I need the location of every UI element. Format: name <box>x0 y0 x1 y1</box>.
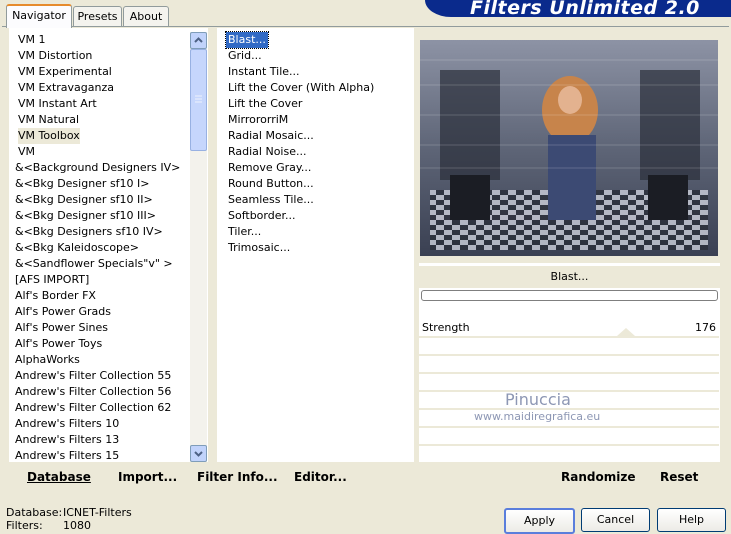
category-item[interactable]: &<Bkg Designer sf10 I> <box>15 176 150 192</box>
database-label: Database <box>27 470 91 484</box>
scroll-down-button[interactable] <box>190 445 207 462</box>
category-item[interactable]: &<Bkg Designers sf10 IV> <box>15 224 163 240</box>
filter-item[interactable]: Lift the Cover (With Alpha) <box>226 80 376 96</box>
category-item[interactable]: VM Distortion <box>18 48 92 64</box>
category-item[interactable]: Andrew's Filter Collection 62 <box>15 400 171 416</box>
filter-item[interactable]: Lift the Cover <box>226 96 304 112</box>
scroll-up-button[interactable] <box>190 32 207 49</box>
category-item[interactable]: Andrew's Filter Collection 56 <box>15 384 171 400</box>
category-item[interactable]: VM 1 <box>18 32 46 48</box>
category-item[interactable]: AlphaWorks <box>15 352 80 368</box>
category-item[interactable]: Andrew's Filter Collection 55 <box>15 368 171 384</box>
status-filters: Filters: 1080 <box>6 519 91 532</box>
slider-empty-row <box>419 446 719 464</box>
category-item[interactable]: VM Toolbox <box>18 128 80 144</box>
slider-empty-row <box>419 428 719 446</box>
preview-image <box>420 40 718 256</box>
chevron-up-icon <box>194 37 203 43</box>
status-filters-value: 1080 <box>63 519 91 532</box>
category-item[interactable]: Andrew's Filters 13 <box>15 432 119 448</box>
watermark-url: www.maidiregrafica.eu <box>474 410 601 423</box>
filter-item[interactable]: Radial Mosaic... <box>226 128 316 144</box>
chevron-down-icon <box>194 451 203 457</box>
status-database: Database: ICNET-Filters <box>6 506 132 519</box>
filter-item[interactable]: Trimosaic... <box>226 240 292 256</box>
status-filters-label: Filters: <box>6 519 43 532</box>
category-item[interactable]: Alf's Border FX <box>15 288 96 304</box>
status-database-value: ICNET-Filters <box>63 506 132 519</box>
reset-button[interactable]: Reset <box>660 470 698 484</box>
cancel-button[interactable]: Cancel <box>581 508 650 532</box>
category-item[interactable]: Alf's Power Sines <box>15 320 108 336</box>
category-scrollbar[interactable] <box>190 32 207 462</box>
status-database-label: Database: <box>6 506 63 519</box>
category-item[interactable]: &<Background Designers IV> <box>15 160 180 176</box>
database-button[interactable]: Database <box>27 470 91 484</box>
category-item[interactable]: &<Bkg Designer sf10 II> <box>15 192 153 208</box>
category-item[interactable]: &<Bkg Kaleidoscope> <box>15 240 139 256</box>
help-button[interactable]: Help <box>657 508 726 532</box>
app-title: Filters Unlimited 2.0 <box>470 0 700 19</box>
slider-value: 176 <box>695 321 716 334</box>
filter-item[interactable]: Instant Tile... <box>226 64 302 80</box>
category-item[interactable]: &<Sandflower Specials"v" > <box>15 256 173 272</box>
filter-item[interactable]: Seamless Tile... <box>226 192 316 208</box>
current-filter-name: Blast... <box>419 266 720 288</box>
filter-item[interactable]: Softborder... <box>226 208 298 224</box>
filter-item[interactable]: Grid... <box>226 48 264 64</box>
category-item[interactable]: VM Extravaganza <box>18 80 114 96</box>
category-item[interactable]: VM Instant Art <box>18 96 97 112</box>
randomize-button[interactable]: Randomize <box>561 470 635 484</box>
grip-icon <box>195 95 202 103</box>
apply-button[interactable]: Apply <box>504 508 575 534</box>
watermark-name: Pinuccia <box>505 390 571 409</box>
filter-item[interactable]: Remove Gray... <box>226 160 313 176</box>
filter-item[interactable]: Round Button... <box>226 176 316 192</box>
category-item[interactable]: Andrew's Filters 10 <box>15 416 119 432</box>
category-item[interactable]: VM Natural <box>18 112 79 128</box>
slider-empty-row <box>419 356 719 374</box>
category-item[interactable]: VM Experimental <box>18 64 112 80</box>
category-item[interactable]: VM <box>18 144 35 160</box>
category-item[interactable]: Alf's Power Toys <box>15 336 102 352</box>
filter-item[interactable]: Tiler... <box>226 224 263 240</box>
tab-panel-border <box>2 26 729 27</box>
category-item[interactable]: Alf's Power Grads <box>15 304 111 320</box>
slider-thumb-icon[interactable] <box>617 328 635 336</box>
slider-strength[interactable]: Strength 176 <box>419 320 719 338</box>
category-item[interactable]: [AFS IMPORT] <box>15 272 89 288</box>
progress-bar <box>421 290 718 301</box>
filter-item[interactable]: Radial Noise... <box>226 144 308 160</box>
tab-presets[interactable]: Presets <box>73 6 122 26</box>
category-item[interactable]: &<Bkg Designer sf10 III> <box>15 208 156 224</box>
category-item[interactable]: Andrew's Filters 15 <box>15 448 119 462</box>
filter-item[interactable]: Blast... <box>225 31 269 49</box>
preview-artwork <box>420 40 718 256</box>
filter-info-button[interactable]: Filter Info... <box>197 470 278 484</box>
slider-empty-row <box>419 338 719 356</box>
slider-label: Strength <box>422 321 470 334</box>
tab-navigator[interactable]: Navigator <box>6 4 72 28</box>
filter-item[interactable]: MirrororriM <box>226 112 290 128</box>
tab-about[interactable]: About <box>123 6 169 26</box>
import-button[interactable]: Import... <box>118 470 177 484</box>
scroll-thumb[interactable] <box>190 49 207 151</box>
editor-button[interactable]: Editor... <box>294 470 347 484</box>
